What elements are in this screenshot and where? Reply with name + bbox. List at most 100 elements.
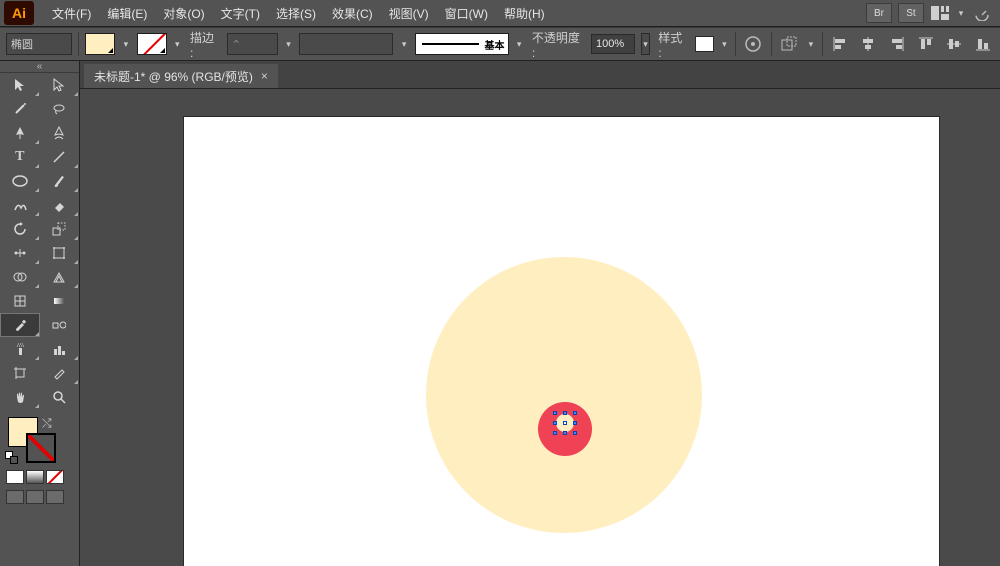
swap-fill-stroke-icon[interactable]: ⤭ <box>42 416 52 431</box>
curvature-tool[interactable] <box>40 121 80 145</box>
fill-swatch[interactable] <box>85 33 115 55</box>
menu-view[interactable]: 视图(V) <box>381 1 437 26</box>
tool-hint[interactable]: 椭圆 <box>6 33 72 55</box>
shape-builder-tool[interactable] <box>0 265 40 289</box>
gradient-tool[interactable] <box>40 289 80 313</box>
menu-edit[interactable]: 编辑(E) <box>99 1 155 26</box>
eraser-tool[interactable] <box>40 193 80 217</box>
opacity-label: 不透明度 : <box>530 29 585 60</box>
recolor-artwork-icon[interactable] <box>742 33 765 55</box>
lasso-tool[interactable] <box>40 97 80 121</box>
separator <box>771 32 772 56</box>
separator <box>822 32 823 56</box>
artboard[interactable] <box>184 117 939 566</box>
separator <box>735 32 736 56</box>
menu-type[interactable]: 文字(T) <box>213 1 268 26</box>
graphic-style-swatch[interactable] <box>695 36 714 52</box>
variable-width-profile[interactable] <box>299 33 393 55</box>
opacity-value: 100% <box>596 38 624 50</box>
transform-icon[interactable] <box>778 33 801 55</box>
align-right-icon[interactable] <box>886 33 909 55</box>
stroke-swatch-menu[interactable] <box>173 33 182 55</box>
slice-tool[interactable] <box>40 361 80 385</box>
magic-wand-tool[interactable] <box>0 97 40 121</box>
bridge-button[interactable]: Br <box>866 3 892 23</box>
pen-tool[interactable] <box>0 121 40 145</box>
draw-inside-mode-icon[interactable] <box>46 490 64 504</box>
perspective-grid-tool[interactable] <box>40 265 80 289</box>
menu-select[interactable]: 选择(S) <box>268 1 324 26</box>
draw-normal-mode-icon[interactable] <box>6 490 24 504</box>
variable-width-profile-menu[interactable] <box>399 33 408 55</box>
draw-none-icon[interactable] <box>46 470 64 484</box>
type-tool[interactable]: T <box>0 145 40 169</box>
transform-menu[interactable] <box>806 33 815 55</box>
menu-bar: Ai 文件(F) 编辑(E) 对象(O) 文字(T) 选择(S) 效果(C) 视… <box>0 0 1000 27</box>
document-tabstrip: 未标题-1* @ 96% (RGB/预览) × <box>80 61 1000 89</box>
stock-button[interactable]: St <box>898 3 924 23</box>
align-vcenter-icon[interactable] <box>943 33 966 55</box>
column-graph-tool[interactable] <box>40 337 80 361</box>
graphic-style-menu[interactable] <box>720 33 729 55</box>
app-logo: Ai <box>4 1 34 25</box>
fill-swatch-menu[interactable] <box>121 33 130 55</box>
opacity-input[interactable]: 100% <box>591 34 635 54</box>
line-tool[interactable] <box>40 145 80 169</box>
menu-file[interactable]: 文件(F) <box>44 1 99 26</box>
opacity-menu[interactable] <box>641 33 650 55</box>
default-fill-stroke-icon[interactable] <box>5 451 19 465</box>
align-left-icon[interactable] <box>828 33 851 55</box>
direct-selection-tool[interactable] <box>40 73 80 97</box>
rotate-tool[interactable] <box>0 217 40 241</box>
arrange-documents-menu[interactable] <box>956 2 966 24</box>
paintbrush-tool[interactable] <box>40 169 80 193</box>
hand-tool[interactable] <box>0 385 40 409</box>
width-tool[interactable] <box>0 241 40 265</box>
menu-object[interactable]: 对象(O) <box>155 1 212 26</box>
align-top-icon[interactable] <box>914 33 937 55</box>
ellipse-tool[interactable] <box>0 169 40 193</box>
stroke-width-menu[interactable] <box>284 33 293 55</box>
blend-tool[interactable] <box>40 313 80 337</box>
stroke-color[interactable] <box>26 433 56 463</box>
align-bottom-icon[interactable] <box>971 33 994 55</box>
stroke-swatch[interactable] <box>137 33 167 55</box>
tool-panel: « T ⤭ <box>0 61 80 566</box>
mesh-tool[interactable] <box>0 289 40 313</box>
stroke-label: 描边 : <box>188 29 221 60</box>
menubar-right: Br St <box>866 2 996 24</box>
brush-definition[interactable]: 基本 <box>415 33 509 55</box>
canvas[interactable] <box>80 89 1000 566</box>
stroke-width-input[interactable]: ⌃ <box>227 33 278 55</box>
close-icon[interactable]: × <box>261 69 268 83</box>
draw-normal-icon[interactable] <box>6 470 24 484</box>
draw-gradient-icon[interactable] <box>26 470 44 484</box>
brush-definition-label: 基本 <box>485 37 508 52</box>
align-hcenter-icon[interactable] <box>857 33 880 55</box>
separator <box>78 32 79 56</box>
brush-definition-menu[interactable] <box>515 33 524 55</box>
style-label: 样式 : <box>656 29 689 60</box>
eyedropper-tool[interactable] <box>0 313 40 337</box>
menu-effect[interactable]: 效果(C) <box>324 1 381 26</box>
free-transform-tool[interactable] <box>40 241 80 265</box>
scale-tool[interactable] <box>40 217 80 241</box>
document-area: 未标题-1* @ 96% (RGB/预览) × <box>80 61 1000 566</box>
selection-tool[interactable] <box>0 73 40 97</box>
menu-help[interactable]: 帮助(H) <box>496 1 553 26</box>
menu-window[interactable]: 窗口(W) <box>437 1 496 26</box>
symbol-sprayer-tool[interactable] <box>0 337 40 361</box>
fill-stroke-control[interactable]: ⤭ <box>0 413 79 467</box>
shape-large-ellipse[interactable] <box>426 257 702 533</box>
zoom-tool[interactable] <box>40 385 80 409</box>
draw-behind-mode-icon[interactable] <box>26 490 44 504</box>
panel-collapse-icon[interactable]: « <box>0 61 79 73</box>
draw-mode-row <box>0 487 79 507</box>
document-tab[interactable]: 未标题-1* @ 96% (RGB/预览) × <box>84 64 278 88</box>
options-bar: 椭圆 描边 : ⌃ 基本 不透明度 : 100% 样式 : <box>0 27 1000 61</box>
shape-selected-ellipse[interactable] <box>556 414 574 432</box>
shaper-tool[interactable] <box>0 193 40 217</box>
arrange-documents-icon[interactable] <box>930 3 950 23</box>
artboard-tool[interactable] <box>0 361 40 385</box>
gpu-preview-icon[interactable] <box>972 3 992 23</box>
